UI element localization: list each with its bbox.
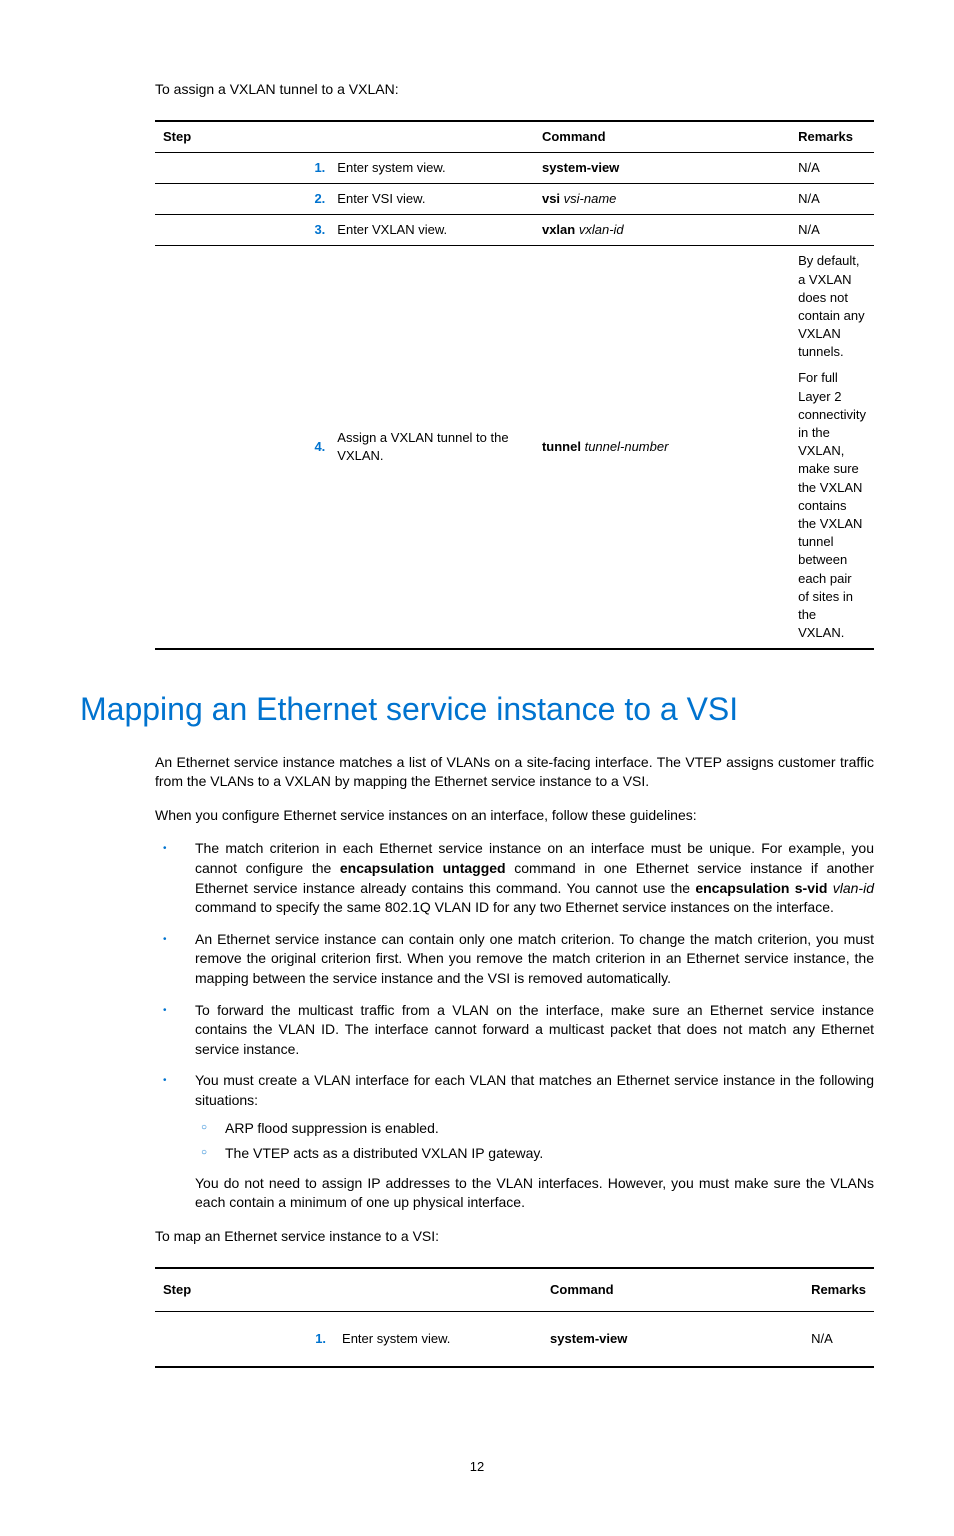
list-item: You must create a VLAN interface for eac… bbox=[155, 1071, 874, 1213]
step-remarks: By default, a VXLAN does not contain any… bbox=[790, 246, 874, 649]
step-number: 3. bbox=[155, 215, 329, 246]
step-cmd: tunnel tunnel-number bbox=[534, 246, 790, 649]
intro-text-1: To assign a VXLAN tunnel to a VXLAN: bbox=[155, 80, 874, 100]
step-desc: Enter VSI view. bbox=[329, 183, 534, 214]
list-item: An Ethernet service instance can contain… bbox=[155, 930, 874, 989]
step-desc: Enter system view. bbox=[329, 152, 534, 183]
th-step: Step bbox=[155, 1268, 542, 1312]
step-cmd: system-view bbox=[542, 1311, 803, 1367]
paragraph: When you configure Ethernet service inst… bbox=[155, 806, 874, 826]
table-row: 3. Enter VXLAN view. vxlan vxlan-id N/A bbox=[155, 215, 874, 246]
sub-list-item: The VTEP acts as a distributed VXLAN IP … bbox=[195, 1144, 874, 1164]
step-remarks: N/A bbox=[790, 215, 874, 246]
th-remarks: Remarks bbox=[790, 121, 874, 153]
guideline-list: The match criterion in each Ethernet ser… bbox=[155, 839, 874, 1213]
paragraph: An Ethernet service instance matches a l… bbox=[155, 753, 874, 792]
step-number: 1. bbox=[155, 1311, 334, 1367]
step-cmd: vsi vsi-name bbox=[534, 183, 790, 214]
step-number: 1. bbox=[155, 152, 329, 183]
step-cmd: system-view bbox=[534, 152, 790, 183]
sub-list-item: ARP flood suppression is enabled. bbox=[195, 1119, 874, 1139]
step-desc: Assign a VXLAN tunnel to the VXLAN. bbox=[329, 246, 534, 649]
step-remarks: N/A bbox=[790, 183, 874, 214]
th-remarks: Remarks bbox=[803, 1268, 874, 1312]
list-item: The match criterion in each Ethernet ser… bbox=[155, 839, 874, 917]
table-map-ethernet: Step Command Remarks 1. Enter system vie… bbox=[155, 1267, 874, 1368]
th-command: Command bbox=[534, 121, 790, 153]
page-number: 12 bbox=[80, 1458, 874, 1476]
table-row: 1. Enter system view. system-view N/A bbox=[155, 1311, 874, 1367]
list-item-continuation: You do not need to assign IP addresses t… bbox=[195, 1174, 874, 1213]
step-remarks: N/A bbox=[790, 152, 874, 183]
step-desc: Enter system view. bbox=[334, 1311, 542, 1367]
table-assign-vxlan: Step Command Remarks 1. Enter system vie… bbox=[155, 120, 874, 651]
table-row: 2. Enter VSI view. vsi vsi-name N/A bbox=[155, 183, 874, 214]
step-remarks: N/A bbox=[803, 1311, 874, 1367]
table-row: 4. Assign a VXLAN tunnel to the VXLAN. t… bbox=[155, 246, 874, 649]
intro-text-2: To map an Ethernet service instance to a… bbox=[155, 1227, 874, 1247]
th-step: Step bbox=[155, 121, 534, 153]
step-number: 4. bbox=[155, 246, 329, 649]
step-desc: Enter VXLAN view. bbox=[329, 215, 534, 246]
sub-list: ARP flood suppression is enabled. The VT… bbox=[195, 1119, 874, 1164]
step-cmd: vxlan vxlan-id bbox=[534, 215, 790, 246]
table-row: 1. Enter system view. system-view N/A bbox=[155, 152, 874, 183]
page-title: Mapping an Ethernet service instance to … bbox=[80, 690, 874, 728]
th-command: Command bbox=[542, 1268, 803, 1312]
list-item: To forward the multicast traffic from a … bbox=[155, 1001, 874, 1060]
step-number: 2. bbox=[155, 183, 329, 214]
